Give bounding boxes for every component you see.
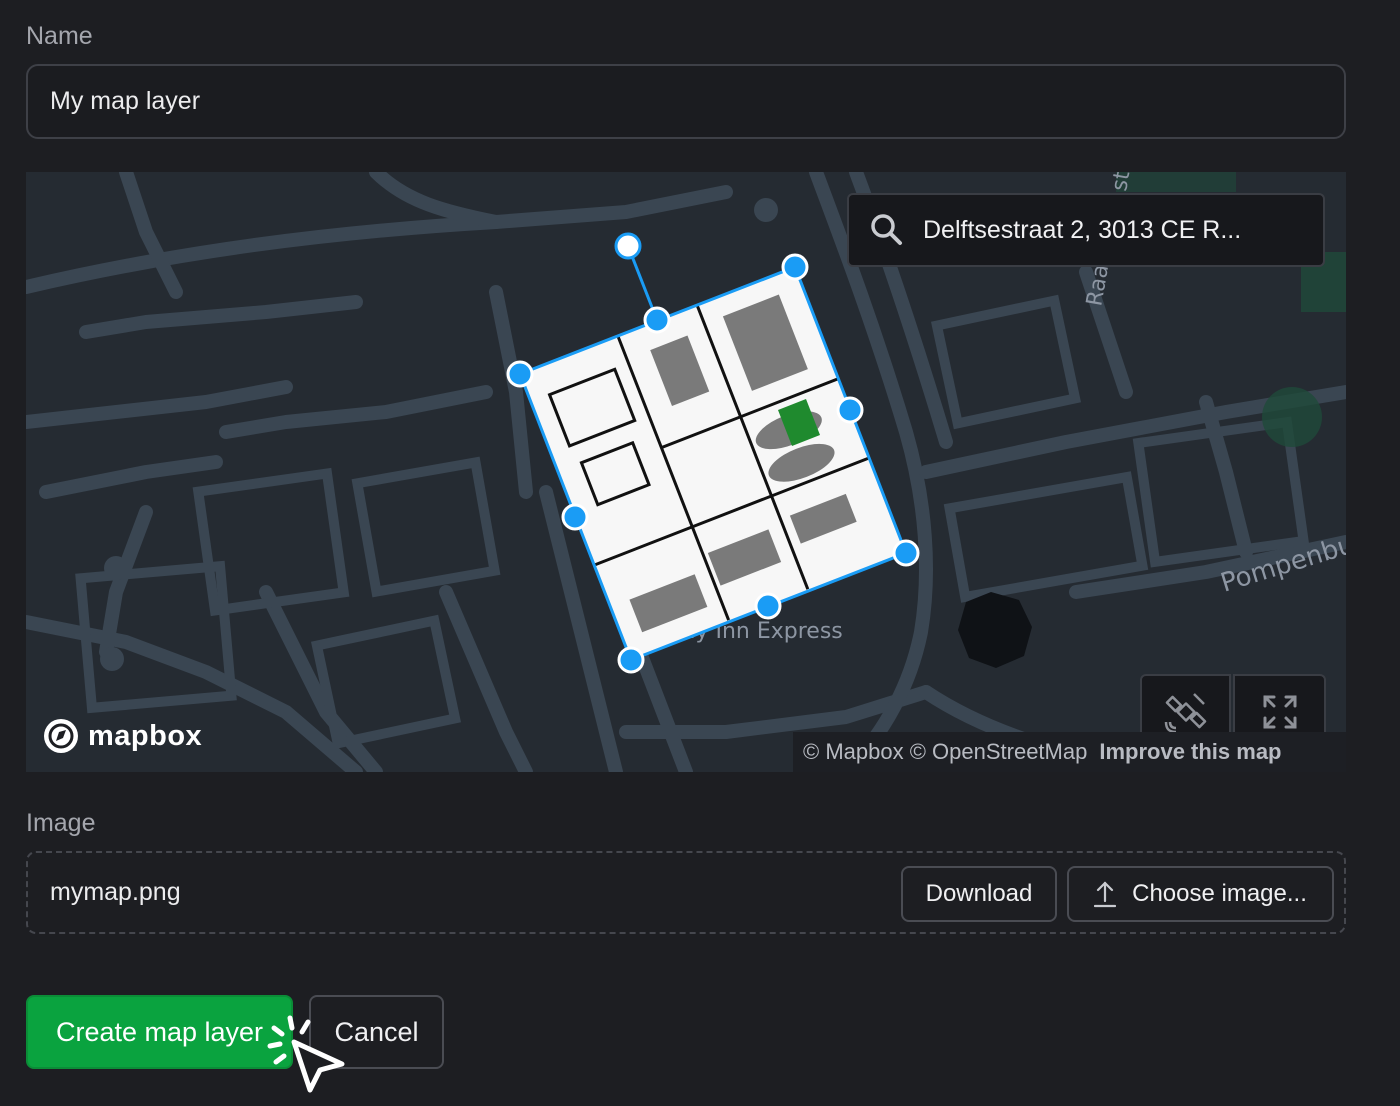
choose-image-button[interactable]: Choose image... xyxy=(1067,866,1334,922)
improve-map-link[interactable]: Improve this map xyxy=(1099,739,1281,765)
image-file-name: mymap.png xyxy=(50,878,181,906)
map-attribution: © Mapbox © OpenStreetMap Improve this ma… xyxy=(793,732,1346,772)
mapbox-logo[interactable]: mapbox xyxy=(42,717,202,755)
create-map-layer-button[interactable]: Create map layer xyxy=(26,995,293,1069)
map-search-box[interactable]: Delftsestraat 2, 3013 CE R... xyxy=(847,193,1325,267)
download-button[interactable]: Download xyxy=(901,866,1057,922)
name-input[interactable] xyxy=(26,64,1346,139)
name-label: Name xyxy=(26,22,93,50)
mapbox-logo-icon xyxy=(44,719,78,753)
choose-image-label: Choose image... xyxy=(1132,880,1307,907)
attribution-text: © Mapbox © OpenStreetMap xyxy=(803,739,1088,764)
click-cursor-icon xyxy=(267,1015,345,1093)
search-icon xyxy=(871,214,902,245)
upload-icon xyxy=(1094,881,1117,908)
image-label: Image xyxy=(26,809,96,837)
map-search-value: Delftsestraat 2, 3013 CE R... xyxy=(923,215,1242,244)
fullscreen-icon xyxy=(1263,695,1296,729)
satellite-icon xyxy=(1164,693,1206,734)
map-view[interactable]: Pompenbu Raa st ay Inn Express Delftsest… xyxy=(26,172,1346,772)
mapbox-logo-text: mapbox xyxy=(88,719,203,752)
image-dropzone[interactable]: mymap.png Download Choose image... xyxy=(26,851,1346,934)
street-label-st: st xyxy=(1107,172,1135,193)
